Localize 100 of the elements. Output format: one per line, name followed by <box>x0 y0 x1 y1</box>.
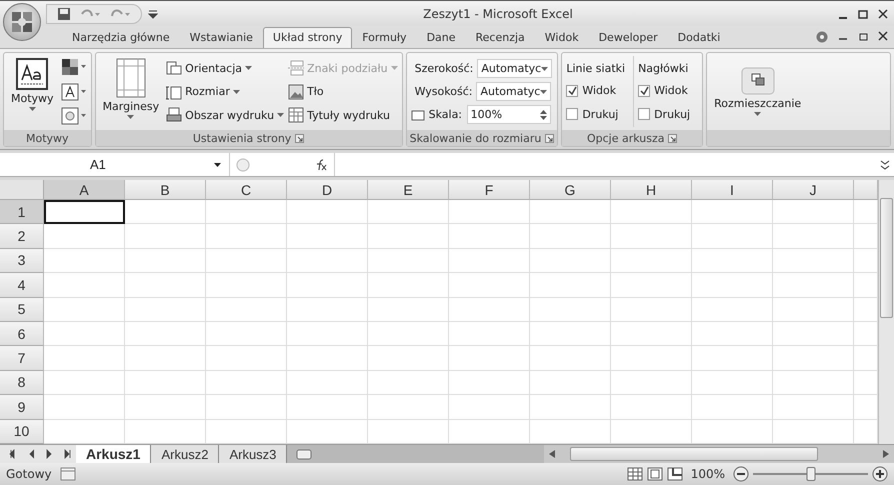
cell[interactable] <box>692 346 773 371</box>
cell[interactable] <box>692 298 773 322</box>
cell[interactable] <box>125 298 206 322</box>
cell[interactable] <box>611 273 692 298</box>
cell[interactable] <box>773 370 854 396</box>
scroll-left-icon[interactable] <box>548 449 556 459</box>
cell[interactable] <box>611 322 692 346</box>
cell[interactable] <box>530 395 611 420</box>
cell[interactable] <box>692 273 773 298</box>
cell[interactable] <box>692 395 773 420</box>
cell[interactable] <box>773 224 854 249</box>
cell[interactable] <box>530 298 611 322</box>
cell[interactable] <box>125 322 206 346</box>
cell[interactable] <box>125 273 206 298</box>
scale-spinner[interactable]: 100% <box>466 105 551 124</box>
ribbon-tab[interactable]: Układ strony <box>262 27 352 48</box>
margins-button[interactable]: Marginesy <box>100 56 162 127</box>
scroll-thumb[interactable] <box>570 447 818 461</box>
row-header[interactable]: 6 <box>0 322 44 346</box>
close-icon[interactable] <box>878 31 888 41</box>
cell[interactable] <box>206 298 287 322</box>
cell[interactable] <box>611 395 692 420</box>
slider-thumb[interactable] <box>806 467 815 481</box>
cell[interactable] <box>449 200 530 224</box>
cell[interactable] <box>368 346 449 371</box>
cell[interactable] <box>368 370 449 396</box>
cell[interactable] <box>449 224 530 249</box>
sheet-tab[interactable]: Arkusz3 <box>219 445 288 463</box>
ribbon-button[interactable]: Obszar wydruku <box>166 105 284 125</box>
column-header[interactable]: I <box>692 180 773 200</box>
column-header[interactable]: G <box>530 180 611 200</box>
cell[interactable] <box>287 248 368 274</box>
cell[interactable] <box>368 273 449 298</box>
column-header[interactable] <box>854 180 878 200</box>
ribbon-tab[interactable]: Dane <box>416 27 466 48</box>
cell[interactable] <box>773 248 854 274</box>
row-header[interactable]: 7 <box>0 346 44 371</box>
cell[interactable] <box>368 200 449 224</box>
dialog-launcher-icon[interactable] <box>545 134 554 142</box>
zoom-in-icon[interactable] <box>872 466 888 482</box>
cell[interactable] <box>125 395 206 420</box>
cell[interactable] <box>449 322 530 346</box>
cell[interactable] <box>287 395 368 420</box>
customize-toolbar-icon[interactable] <box>148 8 158 18</box>
cell[interactable] <box>206 395 287 420</box>
ribbon-tab[interactable]: Narzędzia główne <box>62 27 180 48</box>
maximize-icon[interactable] <box>858 8 868 18</box>
themes-button[interactable]: Motywy <box>8 56 57 127</box>
checkbox[interactable]: Widok <box>638 80 690 102</box>
restore-icon[interactable] <box>858 31 868 41</box>
row-header[interactable]: 4 <box>0 273 44 298</box>
cell[interactable] <box>44 322 125 346</box>
column-header[interactable]: D <box>287 180 368 200</box>
cell[interactable] <box>530 370 611 396</box>
cell[interactable] <box>287 298 368 322</box>
column-header[interactable]: C <box>206 180 287 200</box>
cell[interactable] <box>773 322 854 346</box>
horizontal-scrollbar[interactable] <box>544 445 894 463</box>
column-header[interactable]: A <box>44 180 125 200</box>
cell[interactable] <box>611 248 692 274</box>
arrange-button[interactable]: Rozmieszczanie <box>711 56 804 127</box>
row-header[interactable]: 9 <box>0 395 44 420</box>
theme-colors-icon[interactable] <box>60 58 87 76</box>
row-header[interactable]: 1 <box>0 200 44 224</box>
help-icon[interactable] <box>816 31 828 43</box>
ribbon-button[interactable]: Orientacja <box>166 58 284 78</box>
expand-icon[interactable] <box>879 158 891 172</box>
cell[interactable] <box>692 224 773 249</box>
checkbox[interactable]: Drukuj <box>638 103 690 125</box>
cell[interactable] <box>368 298 449 322</box>
cell[interactable] <box>692 248 773 274</box>
cell[interactable] <box>125 224 206 249</box>
ribbon-tab[interactable]: Deweloper <box>588 27 668 48</box>
save-icon[interactable] <box>57 6 71 20</box>
cell[interactable] <box>287 273 368 298</box>
cell[interactable] <box>530 200 611 224</box>
row-header[interactable]: 8 <box>0 370 44 396</box>
cell[interactable] <box>611 370 692 396</box>
cell[interactable] <box>692 322 773 346</box>
row-header[interactable]: 2 <box>0 224 44 249</box>
cell[interactable] <box>44 370 125 396</box>
cell[interactable] <box>773 273 854 298</box>
cell[interactable] <box>449 395 530 420</box>
checkbox[interactable]: Widok <box>566 80 626 102</box>
cell[interactable] <box>287 200 368 224</box>
cell[interactable] <box>692 370 773 396</box>
cell[interactable] <box>125 248 206 274</box>
function-icon[interactable] <box>314 158 328 170</box>
select-all-corner[interactable] <box>0 180 44 200</box>
cell[interactable] <box>449 370 530 396</box>
cell[interactable] <box>449 346 530 371</box>
cell[interactable] <box>611 224 692 249</box>
macro-record-icon[interactable] <box>60 467 76 481</box>
checkbox[interactable]: Drukuj <box>566 103 626 125</box>
cell[interactable] <box>368 224 449 249</box>
ribbon-button[interactable]: Tytuły wydruku <box>288 105 398 125</box>
scroll-right-icon[interactable] <box>882 449 890 459</box>
cell[interactable] <box>530 273 611 298</box>
cell[interactable] <box>44 224 125 249</box>
cell[interactable] <box>692 200 773 224</box>
